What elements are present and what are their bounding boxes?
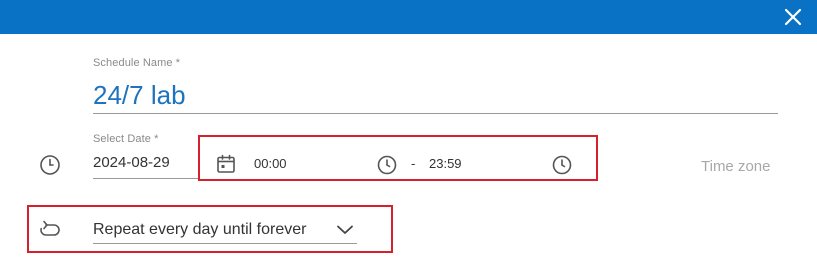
start-time-clock-icon[interactable] [376,154,398,176]
schedule-name-label: Schedule Name * [93,57,181,69]
end-time-input[interactable]: 23:59 [429,156,462,171]
repeat-underline [93,243,357,244]
time-zone-selector[interactable]: Time zone [701,158,770,175]
date-input[interactable]: 2024-08-29 [93,154,170,171]
close-icon [784,8,802,26]
time-separator: - [411,156,416,171]
schedule-name-underline [93,113,778,114]
schedule-name-input[interactable]: 24/7 lab [93,80,186,111]
repeat-value: Repeat every day until forever [93,221,307,238]
chevron-down-icon[interactable] [336,224,354,236]
dialog-title-bar [0,0,817,34]
close-button[interactable] [783,7,803,27]
end-time-clock-icon[interactable] [551,154,573,176]
calendar-icon[interactable] [215,153,237,175]
clock-icon [40,155,60,175]
start-time-input[interactable]: 00:00 [254,156,287,171]
date-underline [93,178,199,179]
repeat-icon [40,220,60,236]
select-date-label: Select Date * [93,133,159,145]
